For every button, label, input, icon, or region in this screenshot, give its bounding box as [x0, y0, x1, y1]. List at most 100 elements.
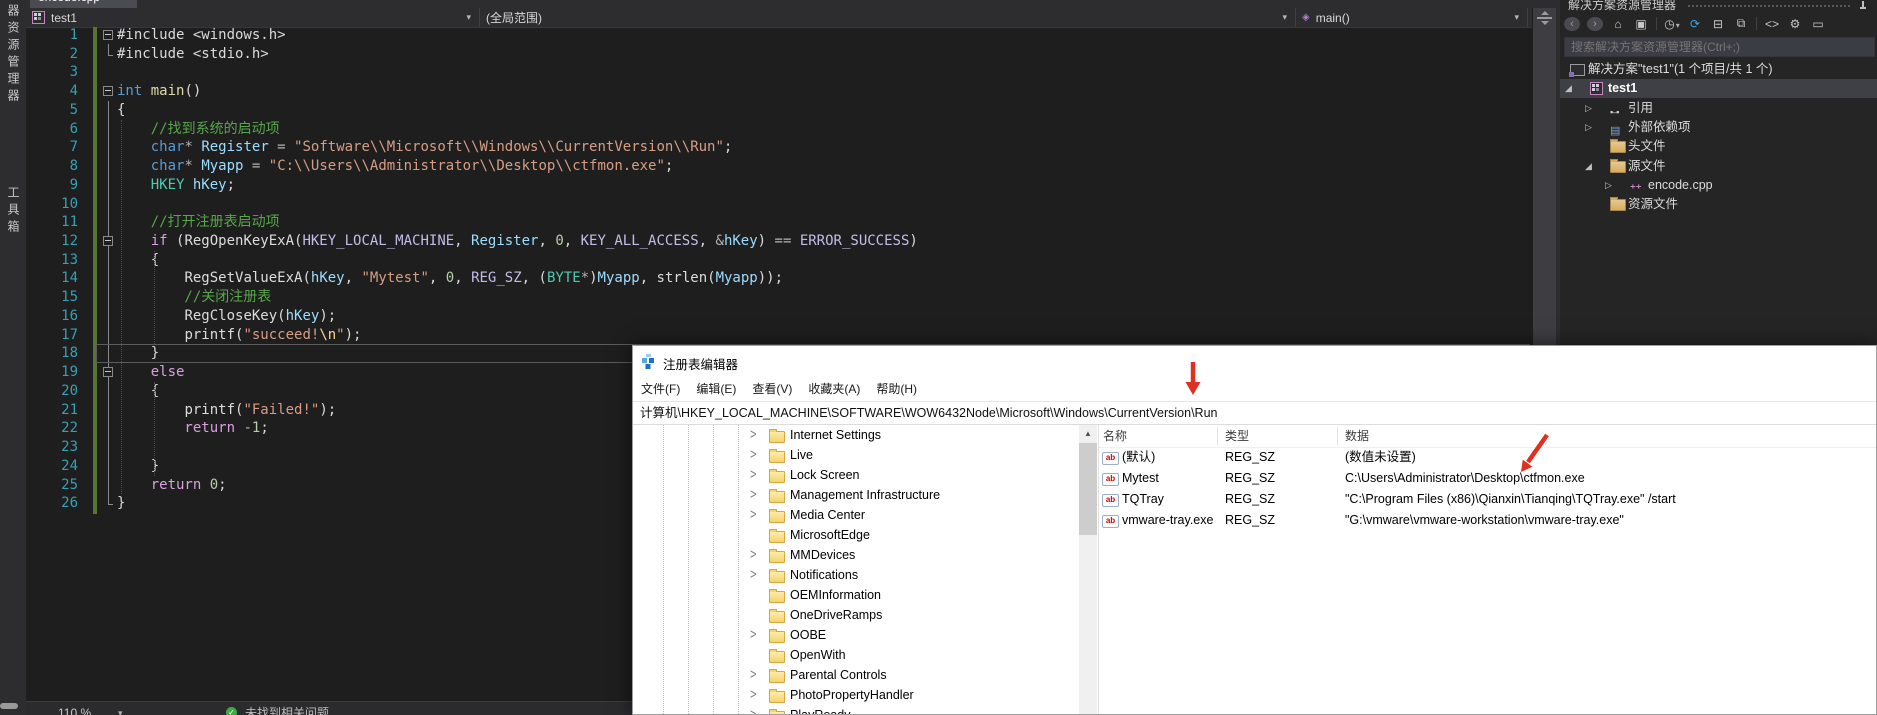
properties-icon[interactable]: ⚙ [1787, 17, 1803, 31]
registry-key-row[interactable]: > PlayReady [633, 705, 1078, 714]
line-number: 17 [61, 326, 78, 343]
menu-item-0[interactable]: 文件(F) [641, 380, 680, 397]
registry-key-row[interactable]: > Notifications [633, 565, 1078, 585]
chevron-right-icon[interactable]: > [750, 702, 756, 714]
line-number: 15 [61, 289, 78, 306]
tree-item-resource-files[interactable]: 资源文件 [1560, 195, 1877, 214]
registry-key-row[interactable]: OneDriveRamps [633, 605, 1078, 625]
menu-item-4[interactable]: 帮助(H) [876, 380, 917, 397]
scroll-up-arrow-icon[interactable]: ▲ [1079, 425, 1097, 442]
tree-item-references[interactable]: ▷ ▪–▪ 引用 [1560, 99, 1877, 118]
registry-key-row[interactable]: > OOBE [633, 625, 1078, 645]
code-line[interactable]: 5{ [26, 101, 1532, 120]
scrollbar-thumb-fragment[interactable] [0, 703, 18, 709]
registry-value-row[interactable]: ab (默认) REG_SZ (数值未设置) [633, 447, 1876, 468]
registry-value-row[interactable]: ab Mytest REG_SZ C:\Users\Administrator\Des… [633, 468, 1876, 489]
code-text: #include <windows.h> [117, 27, 286, 43]
tree-item-source-files[interactable]: ◢ 源文件 [1560, 157, 1877, 176]
expanded-arrow-icon[interactable]: ◢ [1585, 157, 1592, 176]
code-text: char* Register = "Software\\Microsoft\\W… [117, 139, 733, 156]
column-header-data[interactable]: 数据 [1345, 425, 1369, 447]
code-line[interactable]: 6 //找到系统的启动项 [26, 120, 1532, 139]
scope-dropdown[interactable]: (全局范围) ▾ [480, 8, 1296, 27]
column-separator[interactable] [1217, 427, 1218, 445]
menu-item-2[interactable]: 查看(V) [752, 380, 792, 397]
regedit-address-bar[interactable]: 计算机\HKEY_LOCAL_MACHINE\SOFTWARE\WOW6432N… [633, 401, 1876, 425]
registry-value-row[interactable]: ab TQTray REG_SZ "C:\Program Files (x86)\Qi… [633, 489, 1876, 510]
registry-value-row[interactable]: ab vmware-tray.exe REG_SZ "G:\vmware\vmware… [633, 510, 1876, 531]
panel-drag-grip[interactable] [1688, 5, 1850, 7]
code-line[interactable]: 12 if (RegOpenKeyExA(HKEY_LOCAL_MACHINE,… [26, 232, 1532, 251]
toolbar-separator [1756, 17, 1757, 30]
registry-key-row[interactable]: OEMInformation [633, 585, 1078, 605]
code-line[interactable]: 1 #include <windows.h> [26, 26, 1532, 45]
code-line[interactable]: 8 char* Myapp = "C:\\Users\\Administrato… [26, 157, 1532, 176]
line-number: 13 [61, 251, 78, 268]
collapsed-arrow-icon[interactable]: ▷ [1605, 176, 1612, 195]
column-header-type[interactable]: 类型 [1225, 425, 1249, 447]
registry-editor-window[interactable]: 注册表编辑器 文件(F) 编辑(E) 查看(V) 收藏夹(A) 帮助(H) 计算机\HK… [632, 345, 1877, 715]
value-name: TQTray [1122, 492, 1164, 506]
regedit-title-bar[interactable]: 注册表编辑器 [633, 346, 1876, 376]
back-icon[interactable]: ‹ [1564, 16, 1580, 31]
fold-marker-icon[interactable] [103, 367, 113, 378]
code-line[interactable]: 15 //关闭注册表 [26, 288, 1532, 307]
show-all-files-icon[interactable]: ⧉ [1733, 16, 1749, 31]
tree-item-solution[interactable]: 解决方案"test1"(1 个项目/共 1 个) [1560, 60, 1877, 79]
code-line[interactable]: 7 char* Register = "Software\\Microsoft\… [26, 138, 1532, 157]
code-line[interactable]: 10 [26, 195, 1532, 214]
tab-encode-cpp[interactable]: encode.cpp × [30, 0, 138, 8]
zoom-level-control[interactable]: 110 % [58, 702, 91, 715]
preview-selected-items-icon[interactable]: ▭ [1810, 17, 1826, 31]
project-dropdown[interactable]: test1 ▾ [26, 8, 480, 27]
collapse-all-icon[interactable]: ⊟ [1710, 17, 1726, 31]
column-header-name[interactable]: 名称 [1103, 425, 1127, 447]
auto-hide-pin-icon[interactable] [1859, 1, 1867, 11]
expanded-arrow-icon[interactable]: ◢ [1565, 79, 1572, 98]
sidebar-tab-toolbox[interactable]: 工具箱 [5, 186, 22, 237]
collapsed-arrow-icon[interactable]: ▷ [1585, 118, 1592, 137]
health-check-icon[interactable]: ✓ [226, 707, 237, 715]
switch-views-icon[interactable]: ▣ [1633, 17, 1649, 31]
code-line[interactable]: 2 #include <stdio.h> [26, 45, 1532, 64]
pending-changes-filter-icon[interactable]: ◷▾ [1664, 17, 1680, 31]
solution-search-input[interactable] [1564, 37, 1875, 57]
chevron-down-icon[interactable]: ▾ [118, 702, 123, 715]
registry-key-row[interactable]: > MMDevices [633, 545, 1078, 565]
fold-marker-icon[interactable] [103, 30, 113, 40]
fold-marker-icon[interactable] [103, 86, 113, 97]
code-line[interactable]: 13 { [26, 251, 1532, 270]
value-data: "C:\Program Files (x86)\Qianxin\Tianqing… [1345, 492, 1676, 506]
member-dropdown[interactable]: ◈ main() ▾ [1296, 8, 1528, 27]
tree-item-encode-cpp[interactable]: ▷ ⁺⁺ encode.cpp [1560, 176, 1877, 195]
registry-key-row[interactable]: > PhotoPropertyHandler [633, 685, 1078, 705]
code-line[interactable]: 16 RegCloseKey(hKey); [26, 307, 1532, 326]
registry-key-row[interactable]: > Parental Controls [633, 665, 1078, 685]
pin-icon[interactable] [107, 0, 115, 2]
home-icon[interactable]: ⌂ [1610, 17, 1626, 31]
collapsed-arrow-icon[interactable]: ▷ [1585, 99, 1592, 118]
code-line[interactable]: 9 HKEY hKey; [26, 176, 1532, 195]
code-line[interactable]: 11 //打开注册表启动项 [26, 213, 1532, 232]
menu-item-3[interactable]: 收藏夹(A) [808, 380, 860, 397]
line-number: 21 [61, 401, 78, 418]
code-line[interactable]: 17 printf("succeed!\n"); [26, 326, 1532, 345]
scrollbar-split-handle-icon[interactable] [1537, 11, 1552, 25]
registry-key-row[interactable]: > Internet Settings [633, 425, 1078, 445]
sync-with-active-document-icon[interactable]: ⟳ [1687, 17, 1703, 31]
column-separator[interactable] [1337, 427, 1338, 445]
code-line[interactable]: 14 RegSetValueExA(hKey, "Mytest", 0, REG… [26, 269, 1532, 288]
registry-key-row[interactable]: OpenWith [633, 645, 1078, 665]
close-icon[interactable]: × [122, 0, 129, 4]
code-line[interactable]: 3 [26, 63, 1532, 82]
tree-item-external-dependencies[interactable]: ▷ ▤ 外部依赖项 [1560, 118, 1877, 137]
fold-marker-icon[interactable] [103, 236, 113, 247]
menu-item-1[interactable]: 编辑(E) [696, 380, 736, 397]
code-text: RegCloseKey(hKey); [184, 307, 337, 324]
view-code-icon[interactable]: <> [1764, 17, 1780, 31]
tree-item-header-files[interactable]: 头文件 [1560, 137, 1877, 156]
tree-item-project-test1[interactable]: ◢ test1 [1560, 79, 1877, 99]
code-line[interactable]: 4 int main() [26, 82, 1532, 101]
sidebar-tab-server-explorer[interactable]: 服务器资源管理器 [5, 0, 22, 106]
forward-icon[interactable]: › [1587, 16, 1603, 31]
